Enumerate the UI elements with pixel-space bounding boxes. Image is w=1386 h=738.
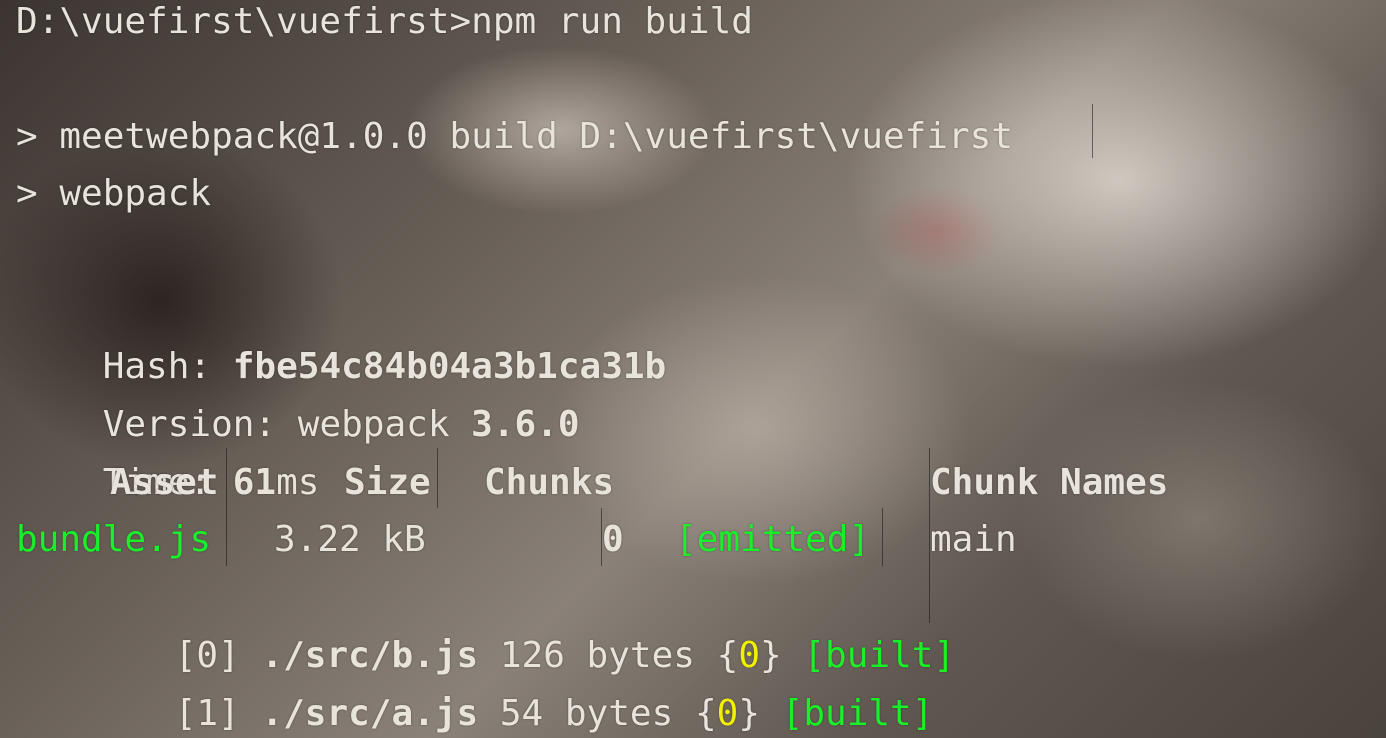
version-value: 3.6.0 (471, 404, 580, 445)
column-divider (601, 508, 602, 566)
module-chunk: 0 (716, 693, 739, 734)
column-divider (882, 508, 883, 566)
asset-table-row: bundle.js 3.22 kB 0 [emitted] main (0, 511, 1386, 569)
asset-chunk-name: main (930, 519, 1017, 560)
header-chunk-names: Chunk Names (930, 462, 1169, 503)
version-name: webpack (297, 404, 472, 445)
hash-line: Hash: fbe54c84b04a3b1ca31b (16, 280, 667, 387)
module-line: [1] ./src/a.js 54 bytes {0} [built] (88, 627, 934, 734)
column-divider (226, 448, 227, 566)
terminal-window[interactable]: D:\vuefirst\vuefirst>npm run build > mee… (0, 0, 1386, 738)
command-line: D:\vuefirst\vuefirst>npm run build (16, 1, 753, 42)
divider (1092, 104, 1093, 158)
module-size: 54 bytes (499, 693, 674, 734)
header-asset: Asset (110, 462, 219, 503)
module-brace-close: } (738, 693, 760, 734)
version-line: Version: webpack 3.6.0 (16, 338, 580, 445)
asset-name: bundle.js (16, 519, 212, 560)
asset-chunks: 0 (602, 519, 624, 560)
asset-table-header: Asset Size Chunks Chunk Names (0, 454, 1386, 512)
time-line: Time: 61ms (16, 396, 320, 503)
module-status: [built] (781, 693, 934, 734)
module-id: [1] (174, 693, 240, 734)
module-brace-open: { (694, 693, 717, 734)
header-chunks: Chunks (484, 462, 615, 503)
module-line: [0] ./src/b.js 126 bytes {0} [built] (88, 569, 955, 676)
header-size: Size (344, 462, 431, 503)
column-divider (437, 448, 438, 508)
npm-script-line: > meetwebpack@1.0.0 build D:\vuefirst\vu… (16, 116, 1013, 157)
asset-status: [emitted] (675, 519, 871, 560)
asset-size: 3.22 kB (274, 519, 426, 560)
module-path: ./src/a.js (261, 693, 479, 734)
npm-script-command: > webpack (16, 173, 212, 214)
